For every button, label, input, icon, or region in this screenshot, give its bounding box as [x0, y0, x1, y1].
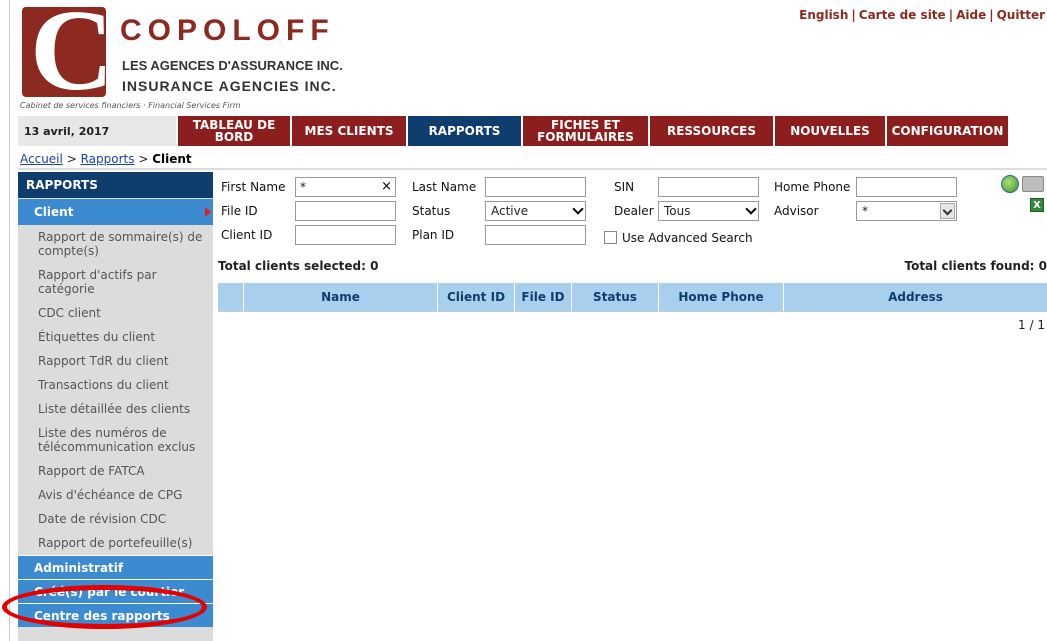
- last-name-input[interactable]: [485, 177, 586, 197]
- results-table-header: Name Client ID File ID Status Home Phone…: [218, 283, 1047, 311]
- nav-forms[interactable]: FICHES ET FORMULAIRES: [521, 116, 648, 146]
- sidebar-link-client-transactions[interactable]: Transactions du client: [38, 373, 213, 397]
- client-id-input[interactable]: [295, 225, 396, 245]
- sidebar-item-label: Client: [34, 205, 74, 219]
- sitemap-link[interactable]: Carte de site: [859, 8, 946, 22]
- sidebar-link-cdc-review-date[interactable]: Date de révision CDC: [38, 507, 213, 531]
- advanced-search-checkbox[interactable]: [604, 231, 617, 244]
- sidebar-link-fatca[interactable]: Rapport de FATCA: [38, 459, 213, 483]
- sidebar-links: Rapport de sommaire(s) de compte(s) Rapp…: [18, 225, 213, 555]
- table-divider: [218, 311, 1047, 312]
- pagination[interactable]: 1 / 1: [1018, 318, 1045, 332]
- nav-my-clients[interactable]: MES CLIENTS: [290, 116, 406, 146]
- sidebar-heading: RAPPORTS: [18, 172, 213, 198]
- breadcrumb: Accueil > Rapports > Client: [20, 152, 192, 166]
- clear-icon[interactable]: ×: [381, 178, 392, 196]
- last-name-label: Last Name: [412, 180, 477, 194]
- advisor-select[interactable]: *: [856, 201, 957, 221]
- nav-dashboard[interactable]: TABLEAU DE BORD: [176, 116, 290, 146]
- current-date: 13 avril, 2017: [18, 116, 176, 146]
- total-found: Total clients found: 0: [904, 259, 1047, 273]
- client-id-label: Client ID: [221, 228, 273, 242]
- logo-subtitle-fr: LES AGENCES D'ASSURANCE INC.: [122, 58, 343, 73]
- nav-news[interactable]: NOUVELLES: [773, 116, 885, 146]
- column-file-id[interactable]: File ID: [515, 283, 572, 311]
- chevron-down-icon: [940, 203, 955, 219]
- chevron-down-icon: [572, 203, 584, 215]
- sidebar-link-tdr-report[interactable]: Rapport TdR du client: [38, 349, 213, 373]
- left-border: [9, 0, 10, 641]
- advanced-search-label: Use Advanced Search: [622, 231, 753, 245]
- sidebar-link-cdc-client[interactable]: CDC client: [38, 301, 213, 325]
- logo-mark: C: [22, 0, 114, 109]
- nav-resources[interactable]: RESSOURCES: [648, 116, 773, 146]
- first-name-label: First Name: [221, 180, 286, 194]
- advisor-value: *: [862, 204, 868, 218]
- breadcrumb-home[interactable]: Accueil: [20, 152, 63, 166]
- sidebar-link-client-list[interactable]: Liste détaillée des clients: [38, 397, 213, 421]
- first-name-input[interactable]: * ×: [295, 177, 396, 197]
- dealer-value: Tous: [664, 204, 691, 218]
- sidebar-link-account-summary[interactable]: Rapport de sommaire(s) de compte(s): [38, 225, 213, 263]
- column-address[interactable]: Address: [784, 283, 1047, 311]
- sidebar-link-assets-by-category[interactable]: Rapport d'actifs par catégorie: [38, 263, 213, 301]
- separator: |: [851, 8, 856, 22]
- print-icon[interactable]: [1022, 176, 1044, 192]
- sidebar-section-broker-created[interactable]: Créé(s) par le courtier: [18, 579, 213, 603]
- arrow-right-icon: [205, 207, 211, 217]
- search-icon[interactable]: [1001, 175, 1019, 193]
- status-select[interactable]: Active: [485, 201, 586, 221]
- column-status[interactable]: Status: [572, 283, 659, 311]
- column-select: [218, 283, 244, 311]
- status-value: Active: [491, 204, 529, 218]
- column-client-id[interactable]: Client ID: [438, 283, 515, 311]
- status-label: Status: [412, 204, 451, 218]
- sidebar-item-client[interactable]: Client: [18, 199, 213, 225]
- file-id-input[interactable]: [295, 201, 396, 221]
- breadcrumb-divider: [18, 168, 1047, 170]
- plan-id-label: Plan ID: [412, 228, 455, 242]
- home-phone-label: Home Phone: [774, 180, 851, 194]
- nav-configuration[interactable]: CONFIGURATION: [885, 116, 1008, 146]
- home-phone-input[interactable]: [856, 177, 957, 197]
- sidebar-section-report-center[interactable]: Centre des rapports: [18, 603, 213, 627]
- file-id-label: File ID: [221, 204, 258, 218]
- quit-link[interactable]: Quitter: [997, 8, 1045, 22]
- sidebar-link-excluded-numbers[interactable]: Liste des numéros de télécommunication e…: [38, 421, 213, 459]
- dealer-label: Dealer: [614, 204, 654, 218]
- sin-label: SIN: [614, 180, 635, 194]
- english-link[interactable]: English: [799, 8, 848, 22]
- breadcrumb-sep: >: [138, 152, 149, 166]
- main-nav: 13 avril, 2017 TABLEAU DE BORD MES CLIEN…: [18, 116, 1047, 146]
- logo-subtitle-en: INSURANCE AGENCIES INC.: [122, 78, 337, 94]
- breadcrumb-sep: >: [66, 152, 77, 166]
- sin-input[interactable]: [658, 177, 759, 197]
- column-home-phone[interactable]: Home Phone: [659, 283, 784, 311]
- separator: |: [989, 8, 994, 22]
- sidebar-link-gic-maturity[interactable]: Avis d'échéance de CPG: [38, 483, 213, 507]
- column-name[interactable]: Name: [244, 283, 438, 311]
- company-logo[interactable]: C COPOLOFF LES AGENCES D'ASSURANCE INC. …: [20, 0, 350, 114]
- excel-export-icon[interactable]: X: [1030, 198, 1044, 212]
- breadcrumb-reports[interactable]: Rapports: [81, 152, 135, 166]
- plan-id-input[interactable]: [485, 225, 586, 245]
- top-links: English | Carte de site | Aide | Quitter: [799, 8, 1045, 22]
- nav-reports[interactable]: RAPPORTS: [406, 116, 521, 146]
- total-selected: Total clients selected: 0: [218, 259, 379, 273]
- logo-tagline: Cabinet de services financiers · Financi…: [20, 101, 241, 110]
- first-name-value: *: [300, 180, 306, 194]
- separator: |: [948, 8, 954, 22]
- logo-name: COPOLOFF: [120, 14, 335, 47]
- advisor-label: Advisor: [774, 204, 819, 218]
- reports-sidebar: RAPPORTS Client Rapport de sommaire(s) d…: [18, 172, 213, 641]
- sidebar-section-admin[interactable]: Administratif: [18, 555, 213, 579]
- sidebar-link-client-labels[interactable]: Étiquettes du client: [38, 325, 213, 349]
- help-link[interactable]: Aide: [956, 8, 986, 22]
- totals-bar: Total clients selected: 0 Total clients …: [218, 259, 1047, 273]
- sidebar-link-portfolio-report[interactable]: Rapport de portefeuille(s): [38, 531, 213, 555]
- dealer-select[interactable]: Tous: [658, 201, 759, 221]
- chevron-down-icon: [745, 203, 757, 215]
- logo-letter: C: [30, 0, 114, 115]
- breadcrumb-current: Client: [152, 152, 192, 166]
